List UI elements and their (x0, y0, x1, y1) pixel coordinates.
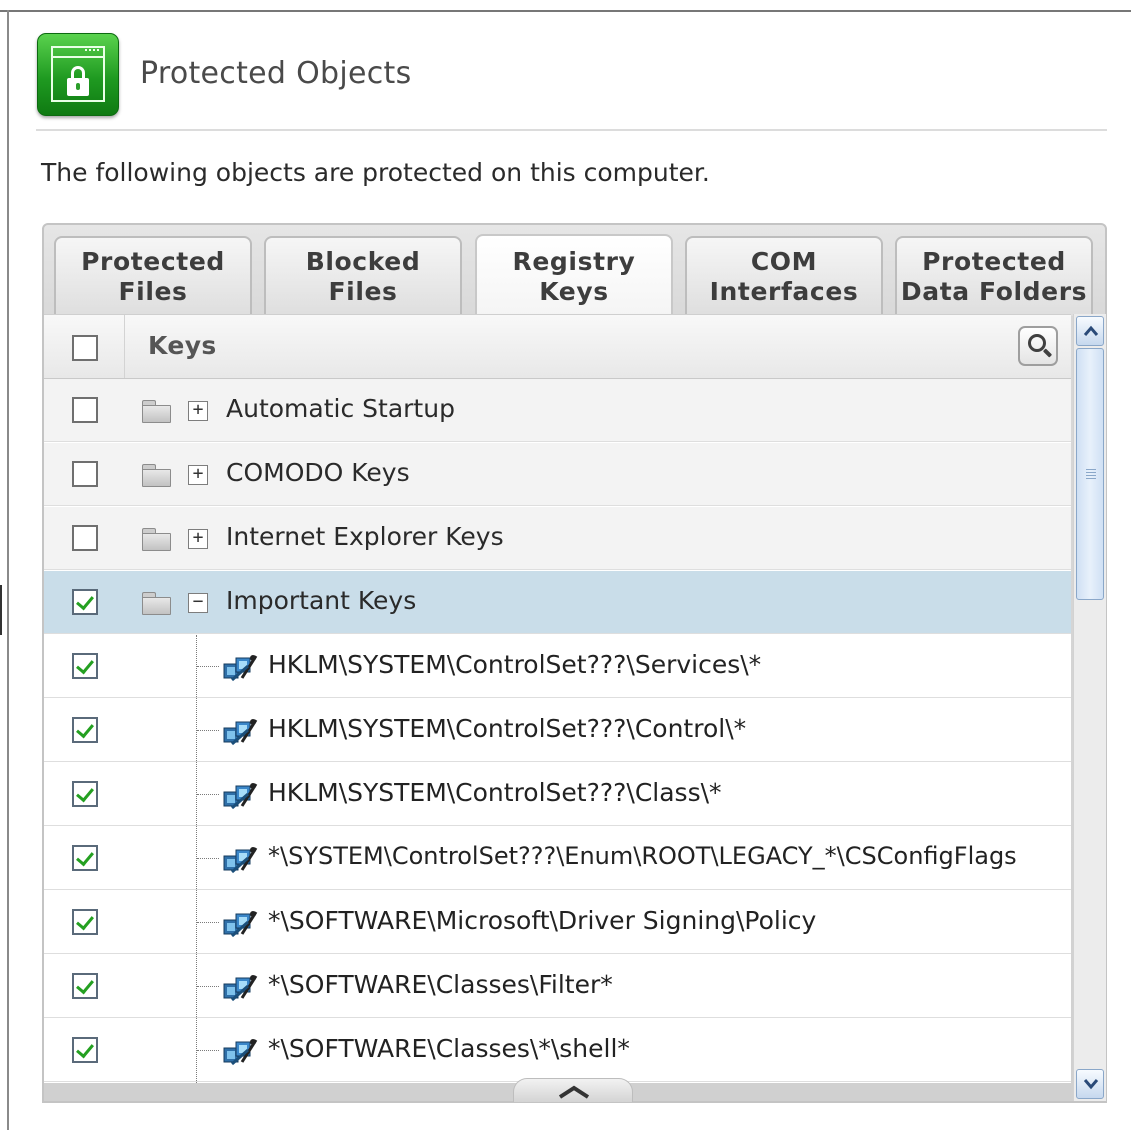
folder-icon (142, 400, 171, 423)
key-row[interactable]: *\SOFTWARE\Classes\*\shell* (44, 1019, 1071, 1082)
registry-key-icon (223, 655, 258, 682)
tab-protected-files[interactable]: Protected Files (54, 236, 252, 316)
search-button[interactable] (1018, 326, 1058, 366)
group-label: Automatic Startup (226, 394, 455, 423)
folder-icon (142, 592, 171, 615)
registry-keys-grid: Keys + Automatic Startup + COMODO Keys +… (44, 314, 1071, 1083)
row-checkbox[interactable] (72, 653, 98, 679)
row-checkbox[interactable] (72, 717, 98, 743)
key-path: *\SYSTEM\ControlSet???\Enum\ROOT\LEGACY_… (268, 842, 1017, 870)
key-path: *\SOFTWARE\Classes\*\shell* (268, 1034, 630, 1063)
tab-label-line1: Protected (922, 247, 1066, 276)
row-checkbox[interactable] (72, 909, 98, 935)
row-checkbox[interactable] (72, 1037, 98, 1063)
grid-header: Keys (44, 315, 1071, 379)
key-row[interactable]: *\SOFTWARE\Classes\Filter* (44, 955, 1071, 1018)
registry-key-icon (223, 1039, 258, 1066)
collapse-panel-handle[interactable] (513, 1078, 633, 1102)
tab-label-line2: Interfaces (709, 277, 859, 306)
row-checkbox[interactable] (72, 845, 98, 871)
lock-window-icon (37, 33, 119, 116)
chevron-up-icon (558, 1085, 590, 1099)
chevron-up-icon (1083, 325, 1099, 336)
tab-label-line2: Files (328, 277, 398, 306)
group-row-automatic-startup[interactable]: + Automatic Startup (44, 379, 1071, 442)
key-path: HKLM\SYSTEM\ControlSet???\Class\* (268, 778, 722, 807)
tab-label-line1: Protected (81, 247, 225, 276)
page-title: Protected Objects (140, 56, 412, 91)
select-all-checkbox[interactable] (72, 335, 98, 361)
key-path: HKLM\SYSTEM\ControlSet???\Services\* (268, 650, 762, 679)
registry-key-icon (223, 975, 258, 1002)
key-row[interactable]: *\SYSTEM\ControlSet???\Enum\ROOT\LEGACY_… (44, 827, 1071, 890)
row-checkbox[interactable] (72, 781, 98, 807)
registry-key-icon (223, 847, 258, 874)
tab-com-interfaces[interactable]: COM Interfaces (685, 236, 883, 316)
group-row-important-keys[interactable]: − Important Keys (44, 571, 1071, 634)
chevron-down-icon (1083, 1079, 1099, 1090)
tab-label-line2: Files (118, 277, 188, 306)
key-path: *\SOFTWARE\Classes\Filter* (268, 970, 613, 999)
row-checkbox[interactable] (72, 397, 98, 423)
row-checkbox[interactable] (72, 973, 98, 999)
tab-protected-data-folders[interactable]: Protected Data Folders (895, 236, 1093, 316)
key-path: *\SOFTWARE\Microsoft\Driver Signing\Poli… (268, 906, 817, 935)
collapse-icon[interactable]: − (188, 593, 208, 613)
page-description: The following objects are protected on t… (41, 158, 710, 187)
registry-key-icon (223, 783, 258, 810)
column-divider (124, 315, 125, 378)
key-row[interactable]: HKLM\SYSTEM\ControlSet???\Services\* (44, 635, 1071, 698)
row-checkbox[interactable] (72, 525, 98, 551)
group-label: Important Keys (226, 586, 417, 615)
tab-blocked-files[interactable]: Blocked Files (264, 236, 462, 316)
window-edge-mark (0, 585, 2, 635)
key-row[interactable]: HKLM\SYSTEM\ControlSet???\Control\* (44, 699, 1071, 762)
scrollbar-thumb[interactable] (1076, 348, 1104, 600)
column-header-keys[interactable]: Keys (148, 331, 217, 360)
tab-registry-keys[interactable]: Registry Keys (475, 234, 673, 318)
row-checkbox[interactable] (72, 461, 98, 487)
group-row-comodo-keys[interactable]: + COMODO Keys (44, 443, 1071, 506)
scroll-down-button[interactable] (1076, 1069, 1104, 1099)
group-label: COMODO Keys (226, 458, 410, 487)
window-left-border (7, 10, 9, 1130)
group-label: Internet Explorer Keys (226, 522, 504, 551)
expand-icon[interactable]: + (188, 401, 208, 421)
row-checkbox[interactable] (72, 589, 98, 615)
scroll-up-button[interactable] (1076, 316, 1104, 346)
folder-icon (142, 528, 171, 551)
title-divider (36, 129, 1107, 131)
key-row[interactable]: *\SOFTWARE\Microsoft\Driver Signing\Poli… (44, 891, 1071, 954)
tab-label-line1: Blocked (305, 247, 421, 276)
folder-icon (142, 464, 171, 487)
expand-icon[interactable]: + (188, 465, 208, 485)
tab-label-line1: Registry (512, 247, 636, 276)
group-row-internet-explorer-keys[interactable]: + Internet Explorer Keys (44, 507, 1071, 570)
expand-icon[interactable]: + (188, 529, 208, 549)
key-row[interactable]: HKLM\SYSTEM\ControlSet???\Class\* (44, 763, 1071, 826)
registry-key-icon (223, 911, 258, 938)
tab-label-line1: COM (750, 247, 818, 276)
window-top-border (0, 10, 1131, 12)
vertical-scrollbar[interactable] (1073, 314, 1106, 1101)
tab-label-line2: Data Folders (900, 277, 1088, 306)
tab-label-line2: Keys (539, 277, 609, 306)
key-path: HKLM\SYSTEM\ControlSet???\Control\* (268, 714, 747, 743)
registry-key-icon (223, 719, 258, 746)
